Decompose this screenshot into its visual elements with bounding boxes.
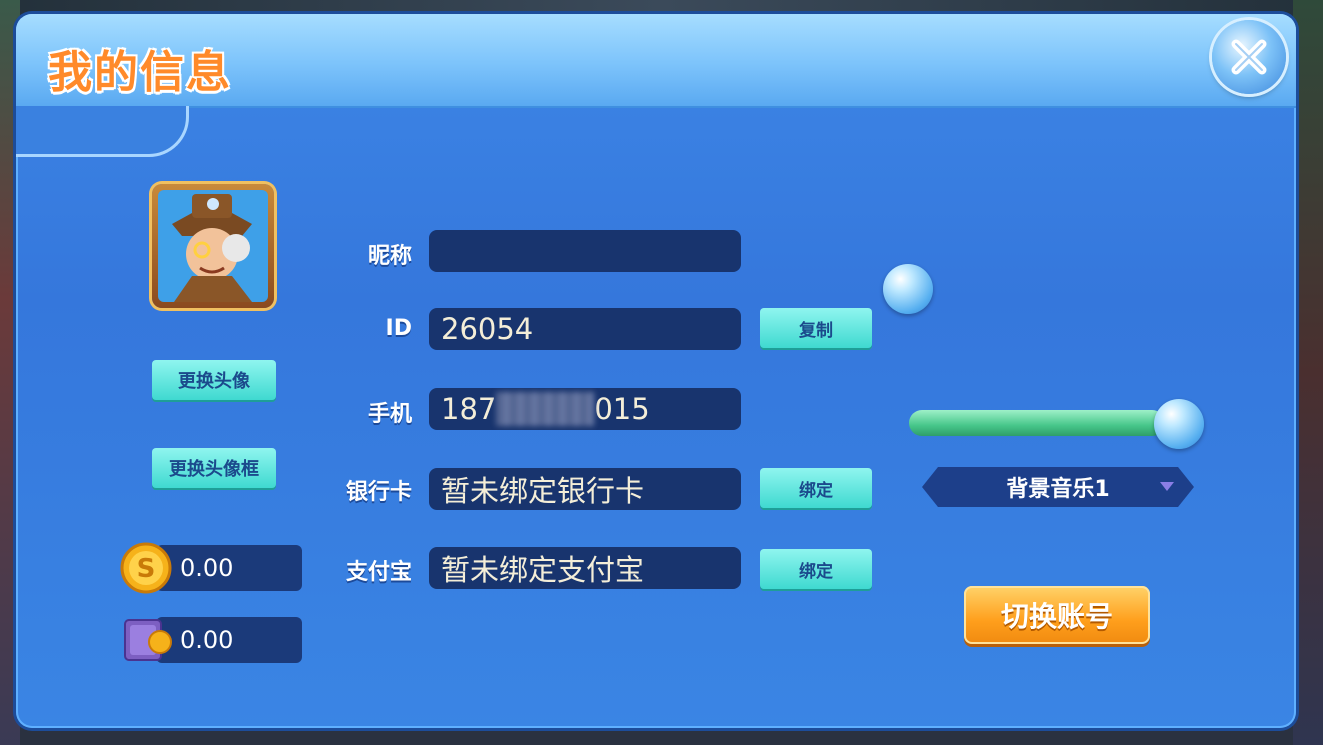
- phone-field[interactable]: 187 015: [429, 388, 741, 430]
- phone-masked-digits: [496, 392, 595, 426]
- gold-coin-icon: S: [120, 542, 172, 594]
- nickname-field[interactable]: [429, 230, 741, 272]
- panel-header: 我的信息: [16, 14, 1296, 108]
- close-icon: [1231, 39, 1267, 75]
- bind-bank-card-button[interactable]: 绑定: [760, 468, 872, 508]
- background-music-select[interactable]: 背景音乐1: [922, 467, 1194, 507]
- avatar[interactable]: [152, 184, 274, 308]
- music-volume-handle[interactable]: [1154, 399, 1204, 449]
- bind-alipay-button[interactable]: 绑定: [760, 549, 872, 589]
- gold-balance-value: 0.00: [180, 554, 234, 582]
- alipay-label: 支付宝: [345, 560, 412, 585]
- dropdown-caret-icon: [1160, 482, 1174, 491]
- id-label: ID: [385, 316, 412, 341]
- change-avatar-button[interactable]: 更换头像: [152, 360, 276, 400]
- svg-text:S: S: [137, 554, 156, 584]
- bank-card-value: 暂未绑定银行卡: [441, 474, 645, 508]
- background-right: [1293, 0, 1323, 745]
- alipay-field[interactable]: 暂未绑定支付宝: [429, 547, 741, 589]
- safe-balance-value: 0.00: [180, 626, 234, 654]
- bank-card-label: 银行卡: [345, 480, 412, 505]
- id-value: 26054: [441, 312, 534, 346]
- copy-id-button[interactable]: 复制: [760, 308, 872, 348]
- id-field: 26054: [429, 308, 741, 350]
- safe-balance: 0.00: [156, 617, 302, 663]
- switch-account-button[interactable]: 切换账号: [964, 586, 1150, 644]
- avatar-portrait-icon: [158, 190, 268, 302]
- music-volume-slider[interactable]: [909, 410, 1165, 436]
- alipay-value: 暂未绑定支付宝: [441, 553, 645, 587]
- nickname-label: 昵称: [367, 244, 412, 269]
- panel-title: 我的信息: [48, 47, 232, 98]
- gold-balance: 0.00: [156, 545, 302, 591]
- phone-label: 手机: [367, 402, 412, 427]
- my-info-panel: 我的信息 更换头像 更换头像框 0.00 S 0.00 昵称 ID 手机 银行卡…: [16, 14, 1296, 728]
- phone-prefix: 187: [441, 392, 497, 426]
- close-button[interactable]: [1212, 20, 1286, 94]
- sound-toggle-knob[interactable]: [883, 264, 933, 314]
- phone-suffix: 015: [594, 392, 650, 426]
- tab-active: [16, 106, 189, 157]
- safe-box-icon: [124, 619, 172, 661]
- background-music-value: 背景音乐1: [1006, 477, 1110, 502]
- bank-card-field[interactable]: 暂未绑定银行卡: [429, 468, 741, 510]
- change-avatar-frame-button[interactable]: 更换头像框: [152, 448, 276, 488]
- tab-bar: [16, 106, 1296, 158]
